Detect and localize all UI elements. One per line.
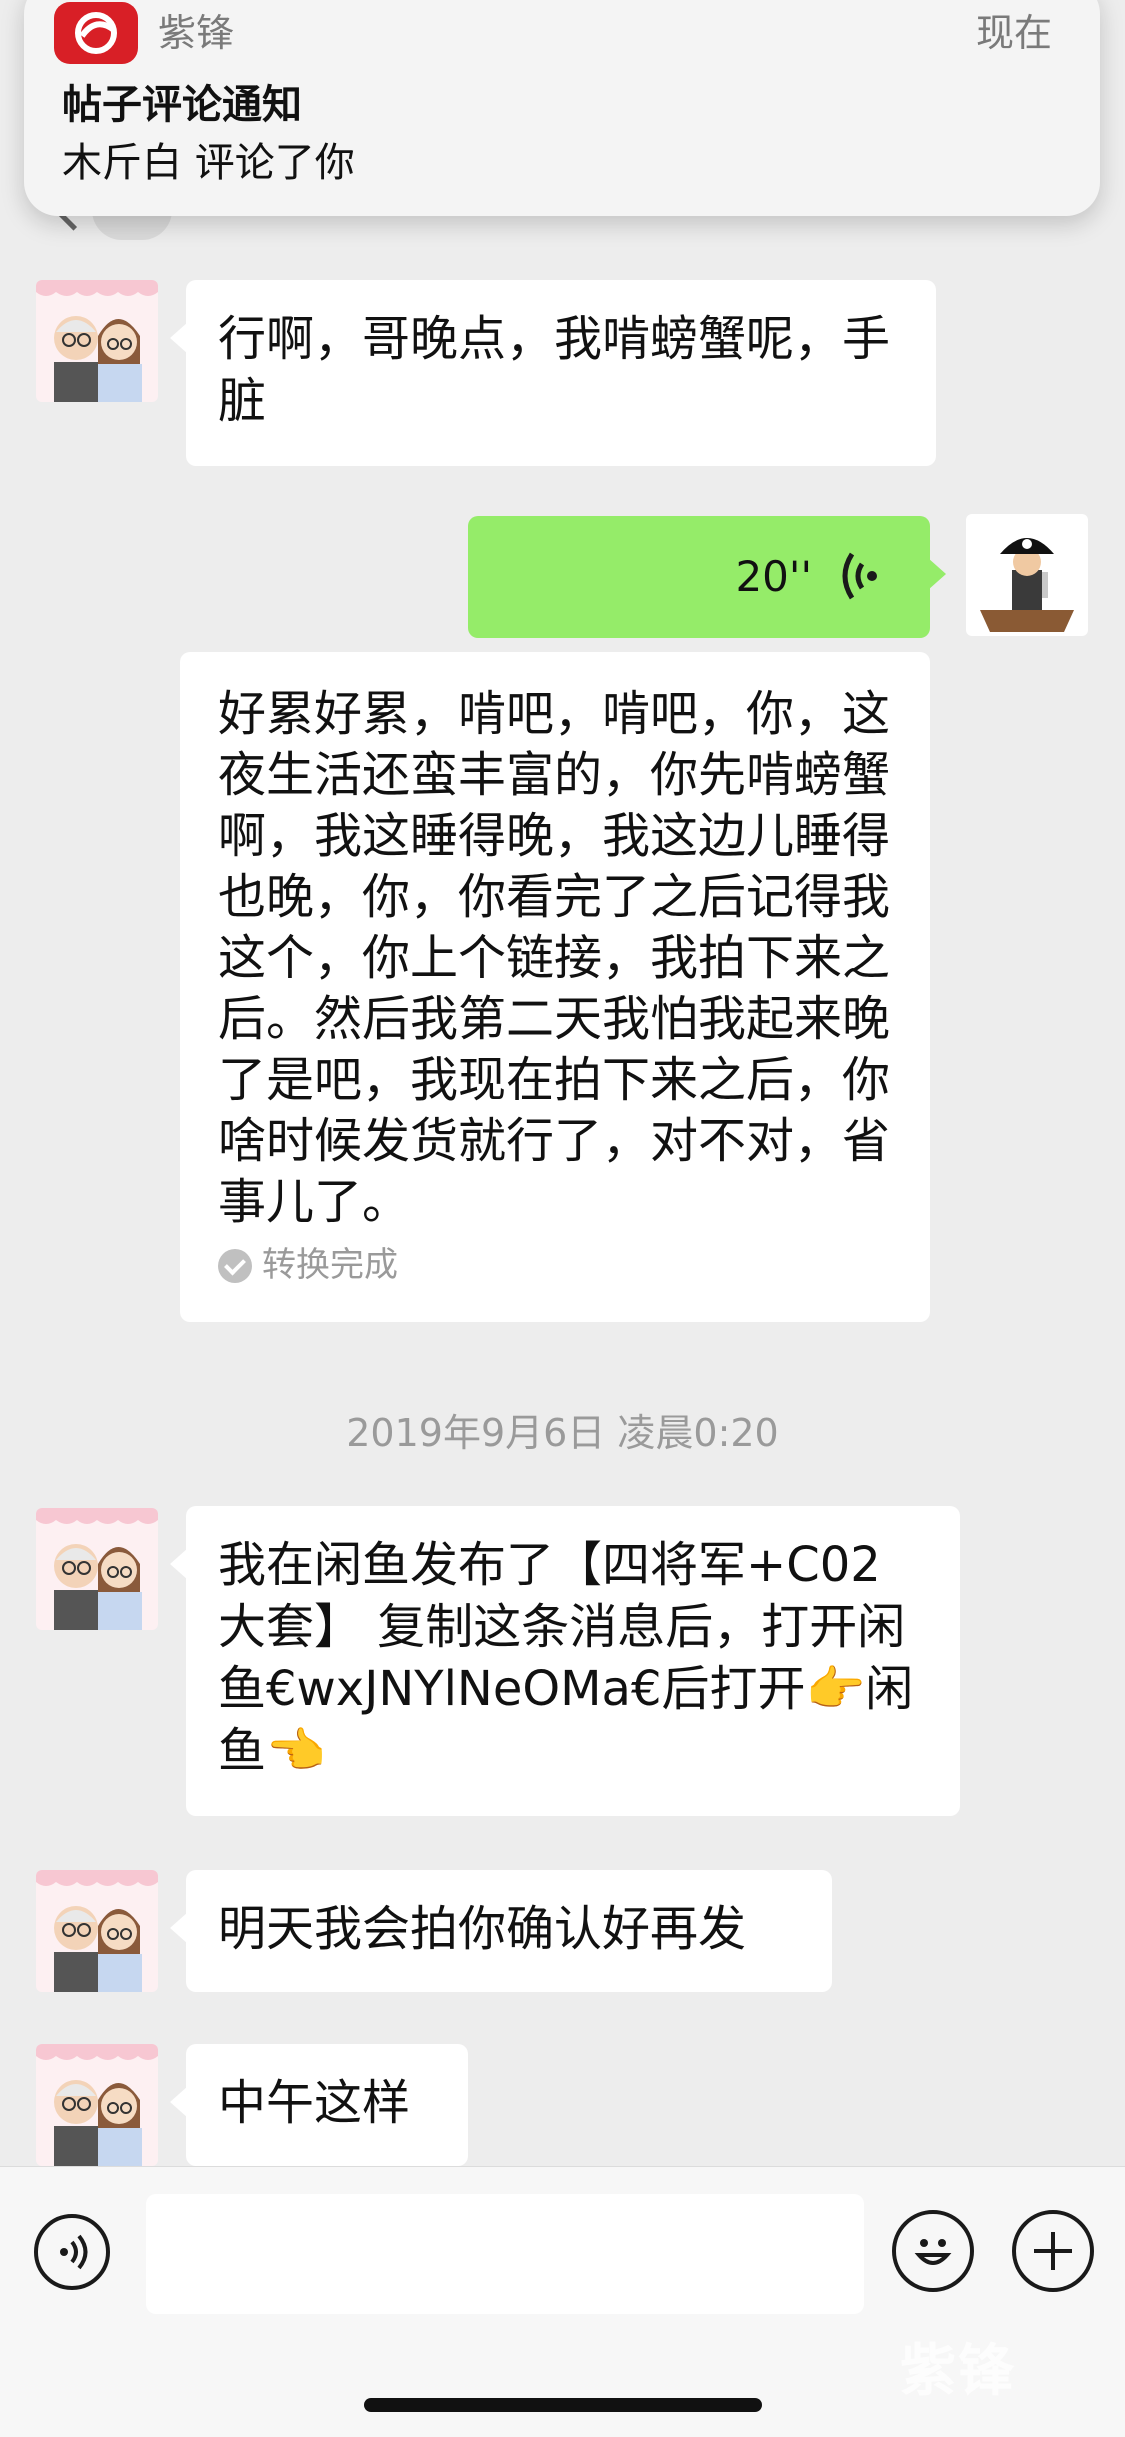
watermark-logo: 紫锋: [900, 2339, 1016, 2404]
home-indicator[interactable]: [364, 2398, 762, 2412]
contact-avatar[interactable]: [36, 280, 158, 402]
voice-input-button[interactable]: [34, 2214, 110, 2290]
more-options-button[interactable]: [1012, 2210, 1094, 2292]
message-bubble[interactable]: 明天我会拍你确认好再发: [170, 1870, 832, 1992]
notification-body: 木斤白 评论了你: [62, 140, 355, 186]
voice-transcript[interactable]: 好累好累，啃吧，啃吧，你，这夜生活还蛮丰富的，你先啃螃蟹啊，我这睡得晚，我这边儿…: [180, 652, 930, 1322]
notification-time: 现在: [975, 11, 1052, 55]
check-circle-icon: [218, 1248, 252, 1283]
voice-wave-icon: [842, 550, 882, 617]
transcript-status: 转换完成: [218, 1235, 398, 1296]
message-text: 明天我会拍你确认好再发: [218, 1901, 747, 1957]
emoji-button[interactable]: [892, 2210, 974, 2292]
notification-banner[interactable]: 紫锋 现在 帖子评论通知 木斤白 评论了你: [24, 0, 1100, 216]
plus-icon: [1034, 2232, 1072, 2270]
chat-timestamp: 2019年9月6日 凌晨0:20: [346, 1411, 779, 1455]
smiley-icon: [914, 2239, 952, 2265]
contact-avatar[interactable]: [36, 1870, 158, 1992]
message-text: 中午这样: [218, 2075, 411, 2131]
message-input[interactable]: [146, 2194, 864, 2314]
voice-toggle-icon: [60, 2234, 88, 2270]
transcript-status-text: 转换完成: [262, 1245, 398, 1285]
my-avatar[interactable]: [966, 514, 1088, 636]
message-bubble[interactable]: 我在闲鱼发布了【四将军+C02大套】 复制这条消息后，打开闲鱼€wxJNYlNe…: [170, 1506, 960, 1816]
contact-avatar[interactable]: [36, 1508, 158, 1630]
notification-app-name: 紫锋: [158, 11, 235, 55]
voice-duration: 20'': [735, 552, 812, 601]
message-text: 行啊，哥晚点，我啃螃蟹呢，手脏: [218, 311, 891, 429]
message-bubble[interactable]: 中午这样: [170, 2044, 468, 2166]
transcript-text: 好累好累，啃吧，啃吧，你，这夜生活还蛮丰富的，你先啃螃蟹啊，我这睡得晚，我这边儿…: [218, 686, 891, 1230]
voice-message-bubble[interactable]: 20'': [468, 516, 946, 638]
contact-avatar[interactable]: [36, 2044, 158, 2166]
notification-title: 帖子评论通知: [62, 82, 302, 128]
message-bubble[interactable]: 行啊，哥晚点，我啃螃蟹呢，手脏: [170, 280, 936, 466]
app-logo-icon: [54, 2, 138, 64]
message-text: 我在闲鱼发布了【四将军+C02大套】 复制这条消息后，打开闲鱼€wxJNYlNe…: [218, 1537, 914, 1779]
